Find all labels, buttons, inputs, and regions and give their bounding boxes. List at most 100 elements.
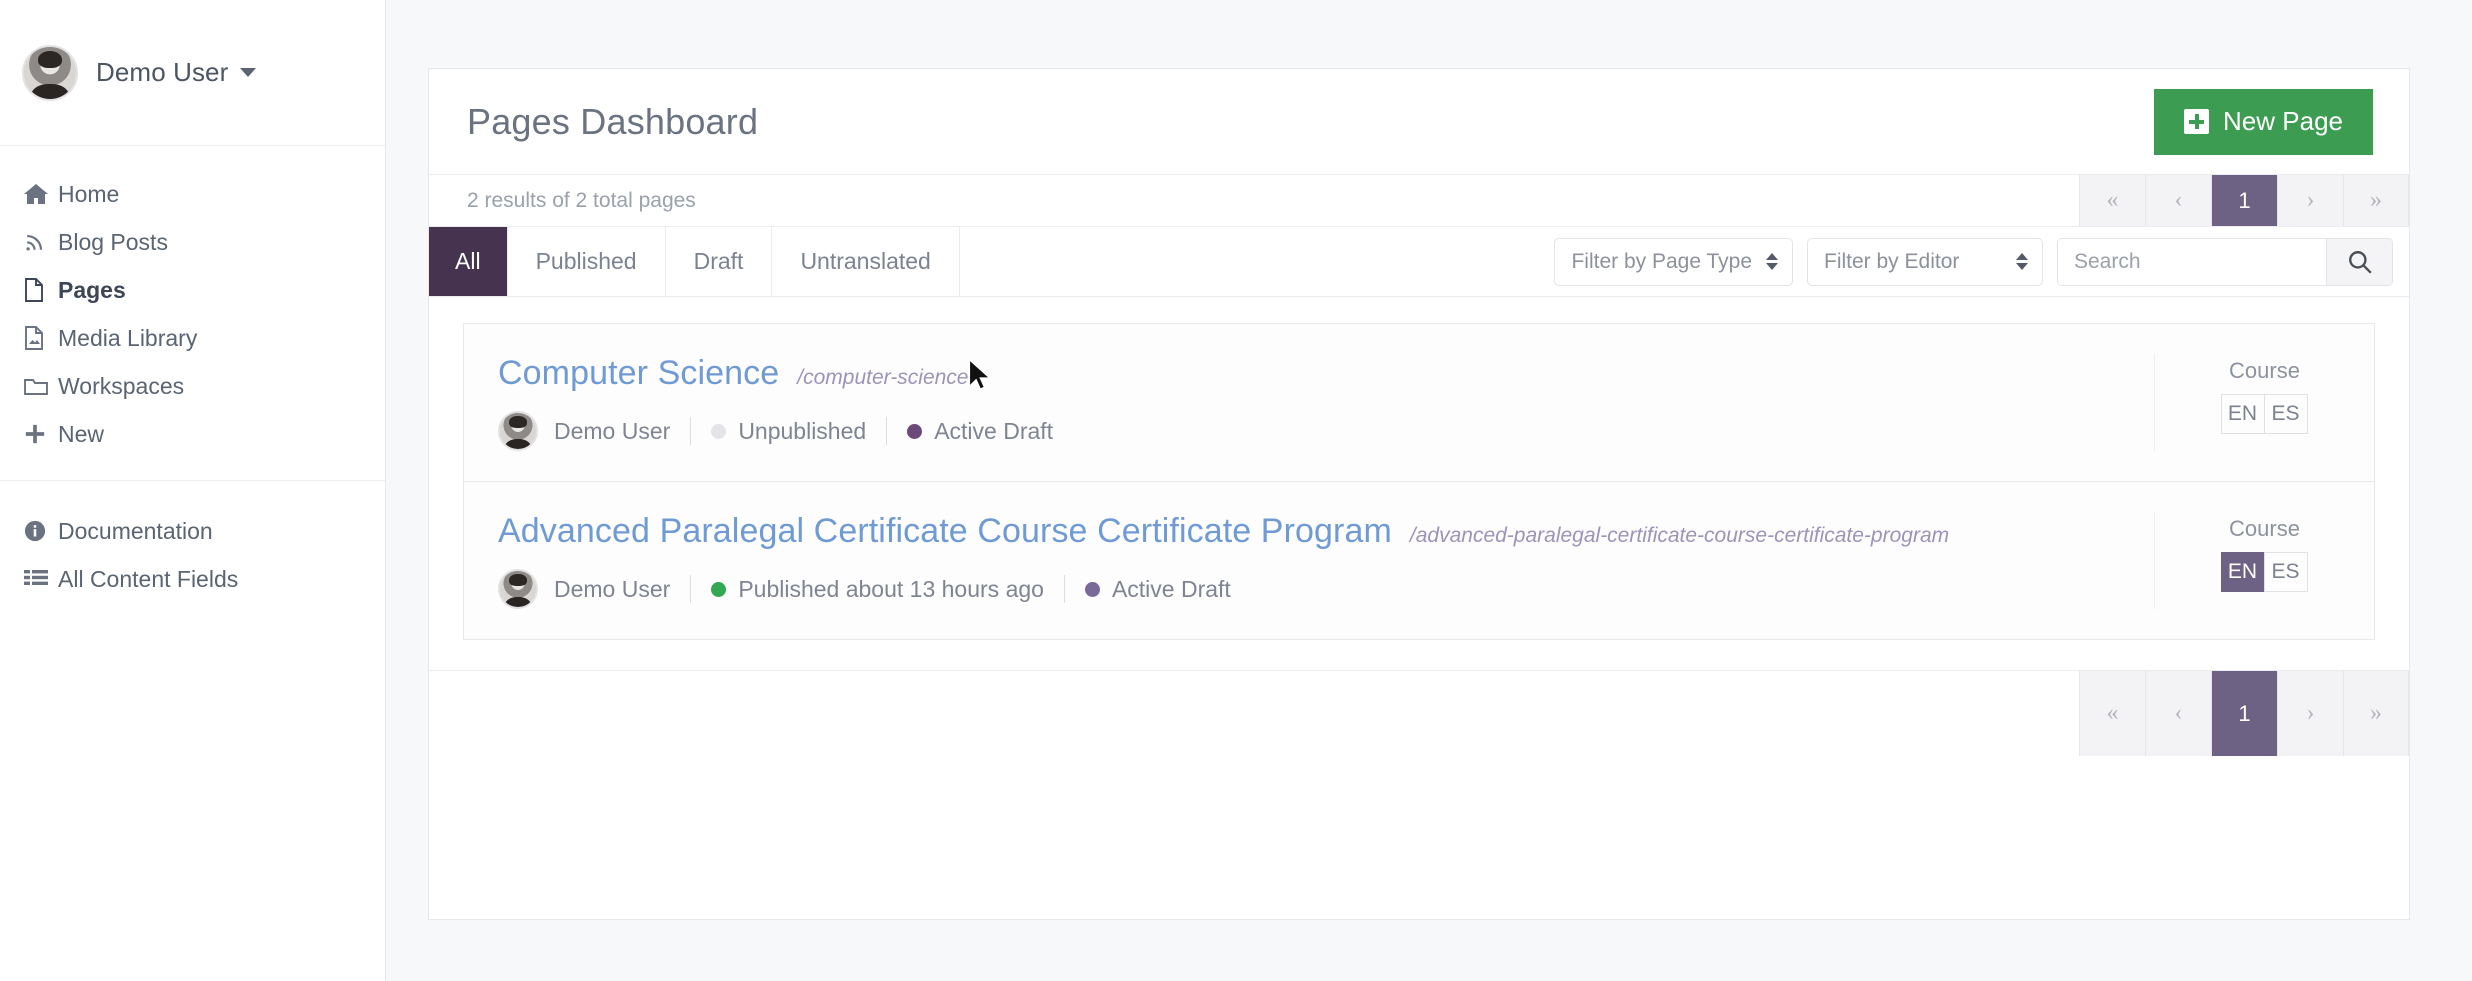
- tab-draft[interactable]: Draft: [666, 227, 773, 296]
- filters-bar: All Published Draft Untranslated Filter …: [429, 227, 2409, 297]
- row-main: Computer Science /computer-science Demo …: [498, 354, 2134, 451]
- chevron-down-icon[interactable]: [240, 68, 257, 77]
- user-menu[interactable]: Demo User: [0, 0, 385, 146]
- sidebar-item-label: Media Library: [58, 324, 198, 351]
- pagination-next[interactable]: ›: [2277, 671, 2343, 756]
- pagination-last[interactable]: »: [2343, 671, 2409, 756]
- pagination-next[interactable]: ›: [2277, 175, 2343, 226]
- search-button[interactable]: [2326, 238, 2392, 285]
- pages-panel: Pages Dashboard New Page 2 results of 2 …: [428, 68, 2410, 920]
- info-circle-icon: [24, 520, 58, 542]
- sidebar-item-label: All Content Fields: [58, 565, 239, 592]
- sort-updown-icon: [1766, 253, 1778, 270]
- sidebar-item-home[interactable]: Home: [0, 170, 385, 218]
- pagination-last[interactable]: »: [2343, 175, 2409, 226]
- pagination-bottom: « ‹ 1 › »: [2079, 671, 2409, 756]
- lang-badge-es[interactable]: ES: [2263, 552, 2308, 592]
- sidebar-item-label: New: [58, 420, 105, 447]
- panel-header: Pages Dashboard New Page: [429, 69, 2409, 175]
- pagination-prev[interactable]: ‹: [2145, 671, 2211, 756]
- plus-square-icon: [2184, 109, 2210, 134]
- row-title-line: Advanced Paralegal Certificate Course Ce…: [498, 512, 2134, 551]
- avatar: [22, 44, 78, 101]
- filter-page-type-label: Filter by Page Type: [1571, 249, 1752, 273]
- search-input[interactable]: [2058, 238, 2326, 285]
- table-row[interactable]: Advanced Paralegal Certificate Course Ce…: [464, 482, 2374, 639]
- table-row[interactable]: Computer Science /computer-science Demo …: [464, 324, 2374, 482]
- sidebar-item-media-library[interactable]: Media Library: [0, 314, 385, 362]
- sidebar-nav-secondary: Documentation All Content Fields: [0, 481, 385, 625]
- sidebar-item-label: Workspaces: [58, 372, 185, 399]
- sidebar-item-label: Documentation: [58, 517, 213, 544]
- sidebar-item-label: Home: [58, 180, 120, 207]
- page-title: Pages Dashboard: [467, 100, 759, 142]
- search-box: [2057, 237, 2393, 286]
- results-count: 2 results of 2 total pages: [467, 188, 696, 212]
- app-root: Demo User Home Blog Posts Pages Media Li…: [0, 0, 2472, 981]
- pagination-page-1[interactable]: 1: [2211, 175, 2277, 226]
- status-badge: Unpublished: [738, 417, 867, 444]
- main-content: Pages Dashboard New Page 2 results of 2 …: [386, 0, 2472, 981]
- folder-icon: [24, 376, 58, 396]
- panel-footer: « ‹ 1 › »: [429, 670, 2409, 756]
- pagination-top: « ‹ 1 › »: [2079, 175, 2409, 226]
- pages-list: Computer Science /computer-science Demo …: [463, 323, 2375, 640]
- file-icon: [24, 278, 58, 302]
- sidebar-item-workspaces[interactable]: Workspaces: [0, 362, 385, 410]
- filter-editor-label: Filter by Editor: [1824, 249, 1960, 273]
- sidebar-item-blog-posts[interactable]: Blog Posts: [0, 218, 385, 266]
- language-badges: EN ES: [2220, 394, 2308, 434]
- filter-page-type-select[interactable]: Filter by Page Type: [1554, 237, 1793, 286]
- user-name: Demo User: [96, 57, 229, 87]
- filter-editor-select[interactable]: Filter by Editor: [1807, 237, 2043, 286]
- page-slug: /advanced-paralegal-certificate-course-c…: [1409, 524, 1950, 547]
- divider: [690, 575, 692, 603]
- sidebar-item-label: Pages: [58, 276, 126, 303]
- filters-controls: Filter by Page Type Filter by Editor: [1554, 227, 2409, 296]
- page-type: Course: [2229, 358, 2300, 383]
- sidebar: Demo User Home Blog Posts Pages Media Li…: [0, 0, 386, 981]
- draft-badge: Active Draft: [934, 417, 1054, 444]
- page-type: Course: [2229, 516, 2300, 541]
- pagination-page-1[interactable]: 1: [2211, 671, 2277, 756]
- avatar: [498, 411, 538, 451]
- pagination-first[interactable]: «: [2079, 671, 2145, 756]
- status-badge: Published about 13 hours ago: [738, 575, 1044, 602]
- sidebar-item-new[interactable]: New: [0, 410, 385, 458]
- tab-published[interactable]: Published: [508, 227, 666, 296]
- results-bar: 2 results of 2 total pages « ‹ 1 › »: [429, 175, 2409, 227]
- plus-icon: [24, 423, 58, 445]
- draft-dot: [1084, 581, 1100, 597]
- divider: [886, 417, 888, 445]
- tab-untranslated[interactable]: Untranslated: [772, 227, 960, 296]
- sidebar-item-pages[interactable]: Pages: [0, 266, 385, 314]
- sidebar-item-all-content-fields[interactable]: All Content Fields: [0, 555, 385, 603]
- row-main: Advanced Paralegal Certificate Course Ce…: [498, 512, 2134, 609]
- page-title-link[interactable]: Computer Science: [498, 354, 779, 393]
- pagination-prev[interactable]: ‹: [2145, 175, 2211, 226]
- sidebar-item-documentation[interactable]: Documentation: [0, 507, 385, 555]
- divider: [690, 417, 692, 445]
- page-title-link[interactable]: Advanced Paralegal Certificate Course Ce…: [498, 512, 1392, 551]
- page-slug: /computer-science: [797, 366, 969, 389]
- row-author: Demo User: [554, 417, 671, 444]
- row-side: Course EN ES: [2154, 354, 2374, 451]
- pages-list-wrap: Computer Science /computer-science Demo …: [429, 297, 2409, 670]
- sidebar-item-label: Blog Posts: [58, 228, 168, 255]
- list-icon: [24, 569, 58, 589]
- new-page-label: New Page: [2223, 106, 2343, 136]
- row-author: Demo User: [554, 575, 671, 602]
- row-meta: Demo User Published about 13 hours ago A…: [498, 569, 2134, 609]
- pagination-first[interactable]: «: [2079, 175, 2145, 226]
- sidebar-nav-primary: Home Blog Posts Pages Media Library Work…: [0, 146, 385, 481]
- row-meta: Demo User Unpublished Active Draft: [498, 411, 2134, 451]
- lang-badge-en[interactable]: EN: [2220, 394, 2265, 434]
- tab-all[interactable]: All: [429, 227, 508, 296]
- image-file-icon: [24, 326, 58, 350]
- lang-badge-en[interactable]: EN: [2220, 552, 2265, 592]
- lang-badge-es[interactable]: ES: [2263, 394, 2308, 434]
- new-page-button[interactable]: New Page: [2154, 88, 2373, 155]
- row-title-line: Computer Science /computer-science: [498, 354, 2134, 393]
- divider: [1063, 575, 1065, 603]
- rss-icon: [24, 231, 58, 253]
